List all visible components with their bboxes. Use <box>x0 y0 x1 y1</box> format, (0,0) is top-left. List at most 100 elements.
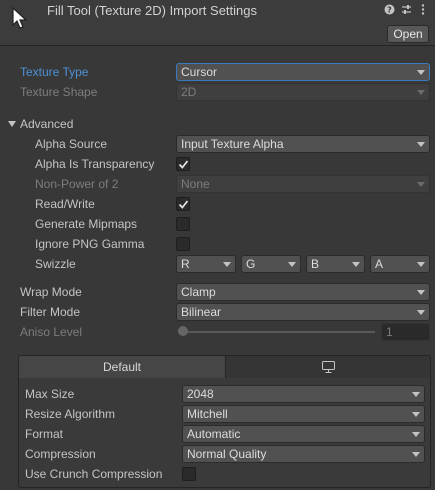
texture-shape-value: 2D <box>181 85 197 99</box>
swizzle-b-dropdown[interactable]: B <box>306 255 365 273</box>
wrap-mode-dropdown[interactable]: Clamp <box>176 283 430 301</box>
chevron-down-icon <box>412 412 420 417</box>
read-write-row: Read/Write <box>0 194 435 214</box>
chevron-down-icon <box>412 392 420 397</box>
compression-dropdown[interactable]: Normal Quality <box>182 445 425 463</box>
chevron-down-icon <box>412 452 420 457</box>
generate-mipmaps-row: Generate Mipmaps <box>0 214 435 234</box>
texture-type-row: Texture Type Cursor <box>0 62 435 82</box>
help-icon[interactable]: ? <box>383 3 395 15</box>
swizzle-row: Swizzle R G B A <box>0 254 435 274</box>
advanced-label: Advanced <box>20 117 74 131</box>
aniso-level-field: 1 <box>381 323 430 341</box>
chevron-down-icon <box>223 262 231 267</box>
format-label: Format <box>25 427 64 441</box>
platform-tabs: Default <box>19 356 430 378</box>
tab-standalone[interactable] <box>226 356 430 378</box>
wrap-mode-value: Clamp <box>181 285 216 299</box>
format-dropdown[interactable]: Automatic <box>182 425 425 443</box>
wrap-mode-label: Wrap Mode <box>20 285 82 299</box>
texture-type-value: Cursor <box>181 65 218 79</box>
aniso-level-slider-track <box>183 331 375 333</box>
generate-mipmaps-label: Generate Mipmaps <box>35 217 138 231</box>
max-size-label: Max Size <box>25 387 75 401</box>
cursor-icon <box>12 6 28 29</box>
inspector-header: Fill Tool (Texture 2D) Import Settings ?… <box>0 0 435 46</box>
alpha-is-transparency-checkbox[interactable] <box>176 157 190 171</box>
max-size-row: Max Size 2048 <box>19 384 430 404</box>
chevron-down-icon <box>417 142 425 147</box>
resize-algorithm-dropdown[interactable]: Mitchell <box>182 405 425 423</box>
checkmark-icon <box>178 200 189 209</box>
kebab-menu-icon[interactable] <box>417 3 429 15</box>
chevron-down-icon <box>412 432 420 437</box>
texture-shape-row: Texture Shape 2D <box>0 82 435 102</box>
filter-mode-dropdown[interactable]: Bilinear <box>176 303 430 321</box>
texture-shape-dropdown: 2D <box>176 83 430 101</box>
filter-mode-value: Bilinear <box>181 305 222 319</box>
swizzle-a-dropdown[interactable]: A <box>370 255 430 273</box>
chevron-down-icon <box>352 262 360 267</box>
swizzle-g-dropdown[interactable]: G <box>241 255 301 273</box>
chevron-down-icon <box>417 70 425 75</box>
compression-value: Normal Quality <box>187 447 267 461</box>
texture-type-dropdown[interactable]: Cursor <box>176 63 430 81</box>
max-size-value: 2048 <box>187 387 214 401</box>
texture-type-label: Texture Type <box>20 65 89 79</box>
use-crunch-row: Use Crunch Compression <box>19 464 430 484</box>
swizzle-a-value: A <box>375 257 384 271</box>
resize-algorithm-value: Mitchell <box>187 407 228 421</box>
aniso-level-label: Aniso Level <box>20 325 83 339</box>
swizzle-label: Swizzle <box>35 257 76 271</box>
max-size-dropdown[interactable]: 2048 <box>182 385 425 403</box>
generate-mipmaps-checkbox[interactable] <box>176 217 190 231</box>
alpha-is-transparency-row: Alpha Is Transparency <box>0 154 435 174</box>
chevron-down-icon <box>417 182 425 187</box>
checkmark-icon <box>178 160 189 169</box>
alpha-source-value: Input Texture Alpha <box>181 137 284 151</box>
use-crunch-checkbox[interactable] <box>182 467 196 481</box>
chevron-down-icon <box>417 90 425 95</box>
swizzle-r-value: R <box>181 257 190 271</box>
alpha-source-label: Alpha Source <box>35 137 108 151</box>
platform-settings-panel: Default Max Size 2048 Resize Algorithm M… <box>18 355 431 488</box>
resize-algorithm-label: Resize Algorithm <box>25 407 116 421</box>
header-title: Fill Tool (Texture 2D) Import Settings <box>47 3 257 18</box>
swizzle-r-dropdown[interactable]: R <box>176 255 236 273</box>
chevron-down-icon <box>417 290 425 295</box>
chevron-down-icon <box>417 310 425 315</box>
read-write-checkbox[interactable] <box>176 197 190 211</box>
filter-mode-row: Filter Mode Bilinear <box>0 302 435 322</box>
filter-mode-label: Filter Mode <box>20 305 81 319</box>
alpha-source-row: Alpha Source Input Texture Alpha <box>0 134 435 154</box>
non-power-of-2-label: Non-Power of 2 <box>35 177 119 191</box>
alpha-is-transparency-label: Alpha Is Transparency <box>35 157 155 171</box>
open-button[interactable]: Open <box>387 25 429 43</box>
read-write-label: Read/Write <box>35 197 95 211</box>
ignore-png-gamma-row: Ignore PNG Gamma <box>0 234 435 254</box>
ignore-png-gamma-label: Ignore PNG Gamma <box>35 237 145 251</box>
chevron-down-icon <box>288 262 296 267</box>
non-power-of-2-row: Non-Power of 2 None <box>0 174 435 194</box>
swizzle-g-value: G <box>246 257 256 271</box>
alpha-source-dropdown[interactable]: Input Texture Alpha <box>176 135 430 153</box>
wrap-mode-row: Wrap Mode Clamp <box>0 282 435 302</box>
sliders-icon[interactable] <box>400 3 412 15</box>
chevron-down-icon <box>417 262 425 267</box>
ignore-png-gamma-checkbox[interactable] <box>176 237 190 251</box>
format-value: Automatic <box>187 427 241 441</box>
use-crunch-label: Use Crunch Compression <box>25 467 163 481</box>
resize-algorithm-row: Resize Algorithm Mitchell <box>19 404 430 424</box>
tab-default[interactable]: Default <box>19 356 226 378</box>
monitor-icon <box>322 361 335 373</box>
swizzle-b-value: B <box>311 257 320 271</box>
non-power-of-2-dropdown: None <box>176 175 430 193</box>
aniso-level-row: Aniso Level 1 <box>0 322 435 342</box>
compression-label: Compression <box>25 447 96 461</box>
compression-row: Compression Normal Quality <box>19 444 430 464</box>
aniso-level-slider-thumb <box>178 326 188 336</box>
non-power-of-2-value: None <box>181 177 210 191</box>
foldout-arrow-icon <box>8 121 16 127</box>
svg-text:?: ? <box>387 5 392 14</box>
advanced-foldout[interactable]: Advanced <box>0 114 435 134</box>
